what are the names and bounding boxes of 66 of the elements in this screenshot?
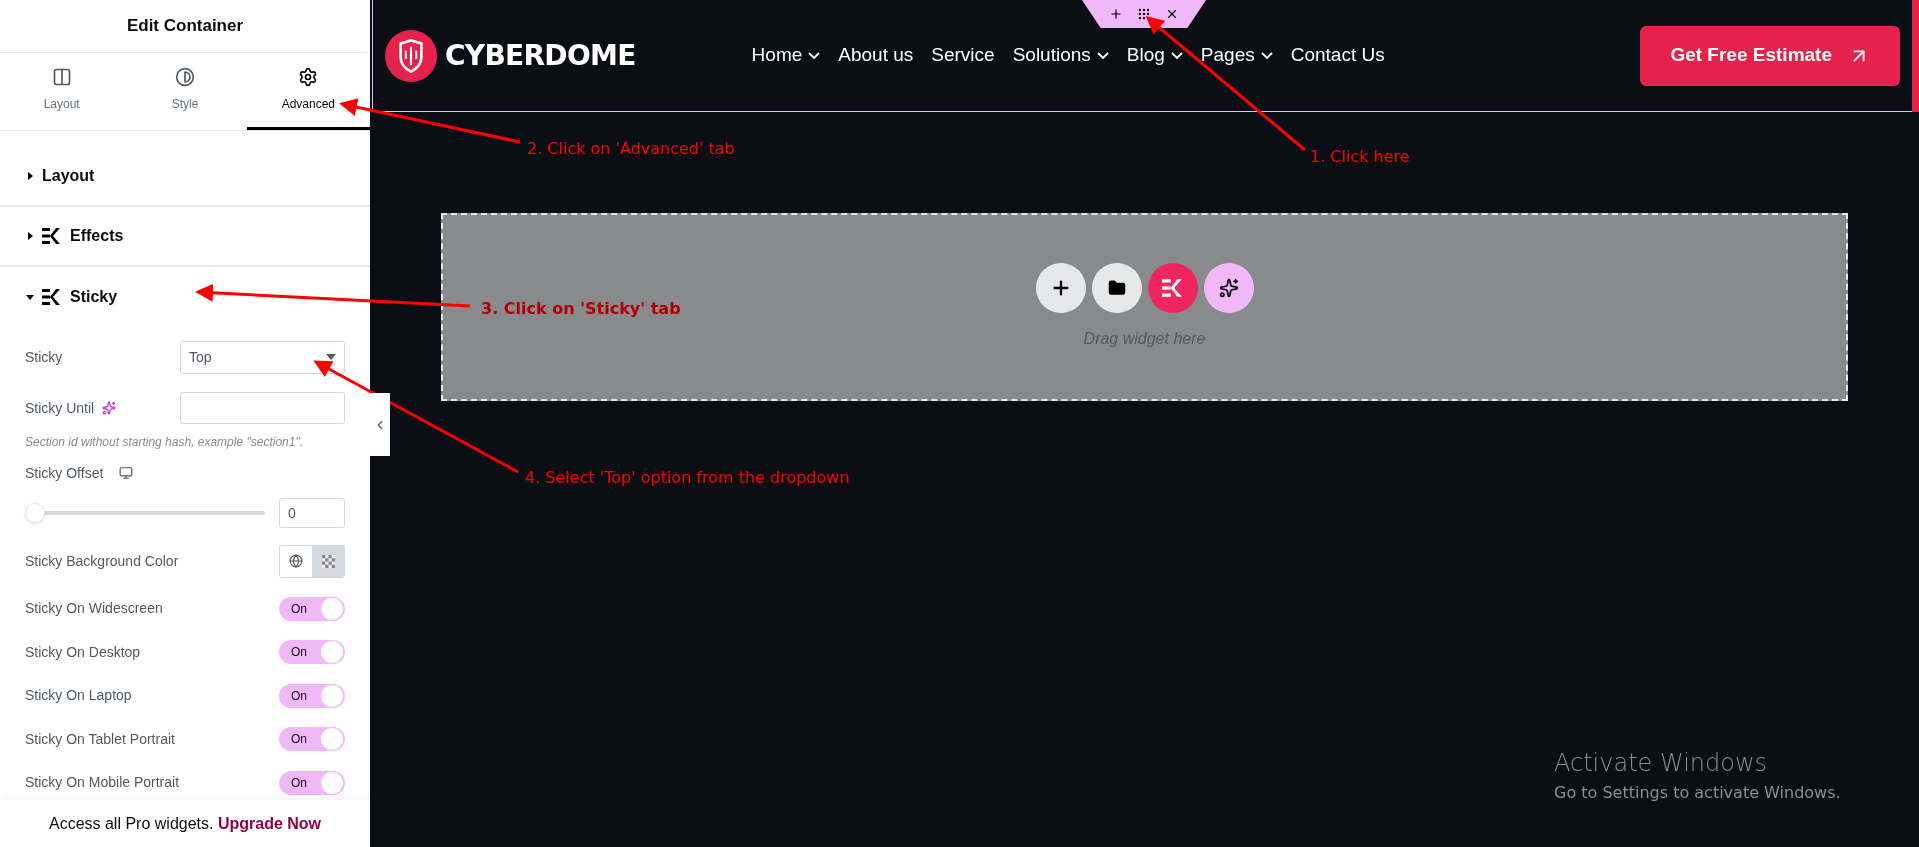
annotation-label: 1. Click here — [1310, 146, 1410, 168]
promo-text: Access all Pro widgets. Upgrade Now — [48, 813, 322, 834]
toggle-switch[interactable]: On — [279, 596, 345, 621]
windows-notice-text: Go to Settings to activate Windows. — [1554, 782, 1841, 804]
monitor-icon — [119, 466, 134, 480]
nav-link[interactable]: Contact Us — [1290, 41, 1385, 70]
contrast-icon — [175, 67, 195, 87]
annotation-label: 3. Click on 'Sticky' tab — [481, 298, 681, 320]
annotation-label: 2. Click on 'Advanced' tab — [527, 138, 735, 160]
section-header[interactable]: Sticky — [0, 267, 370, 327]
caret-right-icon — [26, 232, 34, 240]
panel-tab[interactable]: Layout — [0, 53, 124, 130]
field-label: Sticky Background Color — [25, 551, 179, 571]
toggle-switch[interactable]: On — [279, 770, 345, 795]
drag-handle-icon[interactable] — [1137, 7, 1151, 21]
sticky-until-field[interactable] — [180, 392, 345, 424]
field-hint: Section id without starting hash, example "section1". — [25, 434, 304, 451]
nav-link[interactable]: Service — [931, 41, 995, 70]
columns-icon — [51, 67, 72, 87]
toggle-switch[interactable]: On — [279, 640, 345, 665]
drop-hint: Drag widget here — [1083, 329, 1206, 349]
field-label: Sticky On Widescreen — [25, 599, 163, 619]
windows-notice-title: Activate Windows — [1554, 748, 1769, 779]
folder-icon — [1107, 279, 1126, 297]
sticky-select[interactable]: Top — [180, 340, 345, 374]
add-button[interactable] — [1035, 263, 1086, 313]
annotation-label: 4. Select 'Top' option from the dropdown — [525, 467, 850, 489]
upgrade-link[interactable]: Upgrade Now — [217, 814, 322, 832]
brand-icon — [1161, 279, 1184, 297]
sparkle-icon — [1218, 278, 1239, 298]
template-button[interactable] — [1091, 263, 1142, 313]
nav-link[interactable]: About us — [838, 41, 914, 70]
site-logo: CYBERDOME — [445, 37, 636, 74]
field-label: Sticky Until — [25, 398, 95, 418]
caret-down-icon — [326, 354, 336, 360]
close-icon[interactable] — [1165, 7, 1179, 21]
field-label: Sticky Offset — [25, 463, 104, 483]
caret-down-icon — [26, 293, 34, 301]
toggle-switch[interactable]: On — [279, 727, 345, 752]
slider-track[interactable] — [25, 503, 265, 523]
add-icon[interactable] — [1109, 7, 1123, 21]
caret-right-icon — [26, 172, 34, 180]
slider-thumb[interactable] — [25, 503, 45, 523]
ai-button[interactable] — [1203, 263, 1254, 313]
toggle-switch[interactable]: On — [279, 683, 345, 708]
offset-field[interactable]: 0 — [279, 498, 345, 528]
checker-icon — [321, 554, 335, 568]
panel-title: Edit Container — [126, 15, 244, 38]
kit-button[interactable] — [1147, 263, 1198, 313]
shield-logo-icon — [385, 29, 437, 82]
sparkle-icon — [102, 401, 117, 415]
field-label: Sticky — [25, 347, 63, 367]
color-picker[interactable] — [279, 544, 345, 578]
field-label: Sticky On Desktop — [25, 642, 141, 662]
panel-tab[interactable]: Style — [123, 53, 247, 130]
field-label: Sticky On Tablet Portrait — [25, 729, 175, 749]
collapse-handle[interactable] — [370, 393, 390, 456]
estimate-button[interactable]: Get Free Estimate — [1640, 25, 1900, 86]
nav-link[interactable]: Solutions — [1012, 41, 1109, 70]
nav-link[interactable]: Blog — [1126, 41, 1183, 70]
field-label: Sticky On Laptop — [25, 686, 132, 706]
field-label: Sticky On Mobile Portrait — [25, 773, 180, 793]
settings-icon — [298, 67, 319, 87]
globe-icon — [289, 554, 303, 568]
nav-link[interactable]: Pages — [1200, 41, 1273, 70]
nav-link[interactable]: Home — [751, 41, 821, 70]
